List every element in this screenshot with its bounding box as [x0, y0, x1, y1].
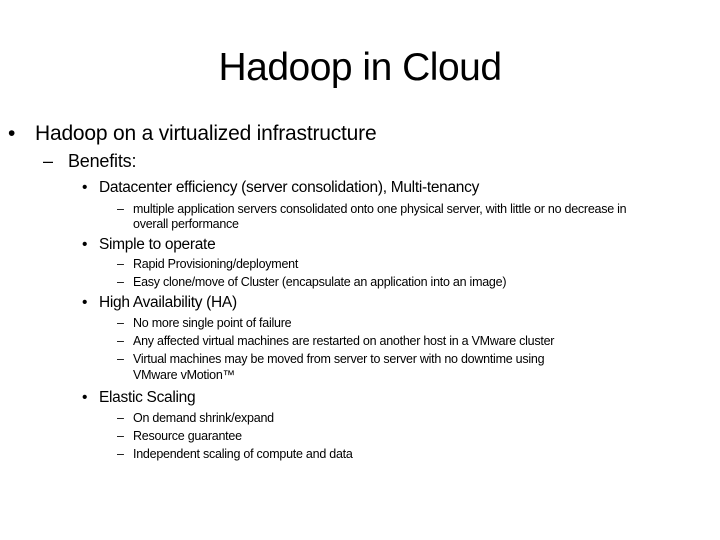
dash-icon: –	[117, 411, 124, 425]
bullet-text: Hadoop on a virtualized infrastructure	[35, 122, 377, 145]
dash-icon: –	[117, 334, 124, 348]
section-heading-text: Simple to operate	[99, 236, 216, 253]
list-item-text: No more single point of failure	[133, 316, 292, 330]
dash-icon: –	[117, 352, 124, 366]
list-item-text: Rapid Provisioning/deployment	[133, 257, 299, 271]
bullet-icon: •	[82, 179, 88, 196]
dash-icon: –	[117, 275, 124, 289]
bullet-icon: •	[82, 294, 88, 311]
list-item-text: VMware vMotion™	[133, 368, 235, 382]
slide-title: Hadoop in Cloud	[218, 46, 502, 89]
section-heading-text: Elastic Scaling	[99, 389, 196, 406]
bullet-icon: •	[82, 236, 88, 253]
list-item-text: multiple application servers consolidate…	[133, 202, 627, 216]
bullet-icon: •	[82, 389, 88, 406]
list-item-text: overall performance	[133, 217, 239, 231]
bullet-icon: •	[8, 122, 16, 145]
list-item-text: Independent scaling of compute and data	[133, 447, 353, 461]
list-item-text: Easy clone/move of Cluster (encapsulate …	[133, 275, 507, 289]
section-heading-text: Datacenter efficiency (server consolidat…	[99, 179, 480, 196]
list-item-text: On demand shrink/expand	[133, 411, 274, 425]
dash-icon: –	[117, 316, 124, 330]
list-item-text: Any affected virtual machines are restar…	[133, 334, 555, 348]
list-item-text: Virtual machines may be moved from serve…	[133, 352, 545, 366]
dash-icon: –	[117, 202, 124, 216]
section-heading-text: High Availability (HA)	[99, 294, 237, 311]
list-item-text: Resource guarantee	[133, 429, 242, 443]
dash-icon: –	[117, 447, 124, 461]
dash-icon: –	[117, 429, 124, 443]
bullet-text: Benefits:	[68, 151, 137, 171]
dash-icon: –	[43, 151, 54, 171]
dash-icon: –	[117, 257, 124, 271]
